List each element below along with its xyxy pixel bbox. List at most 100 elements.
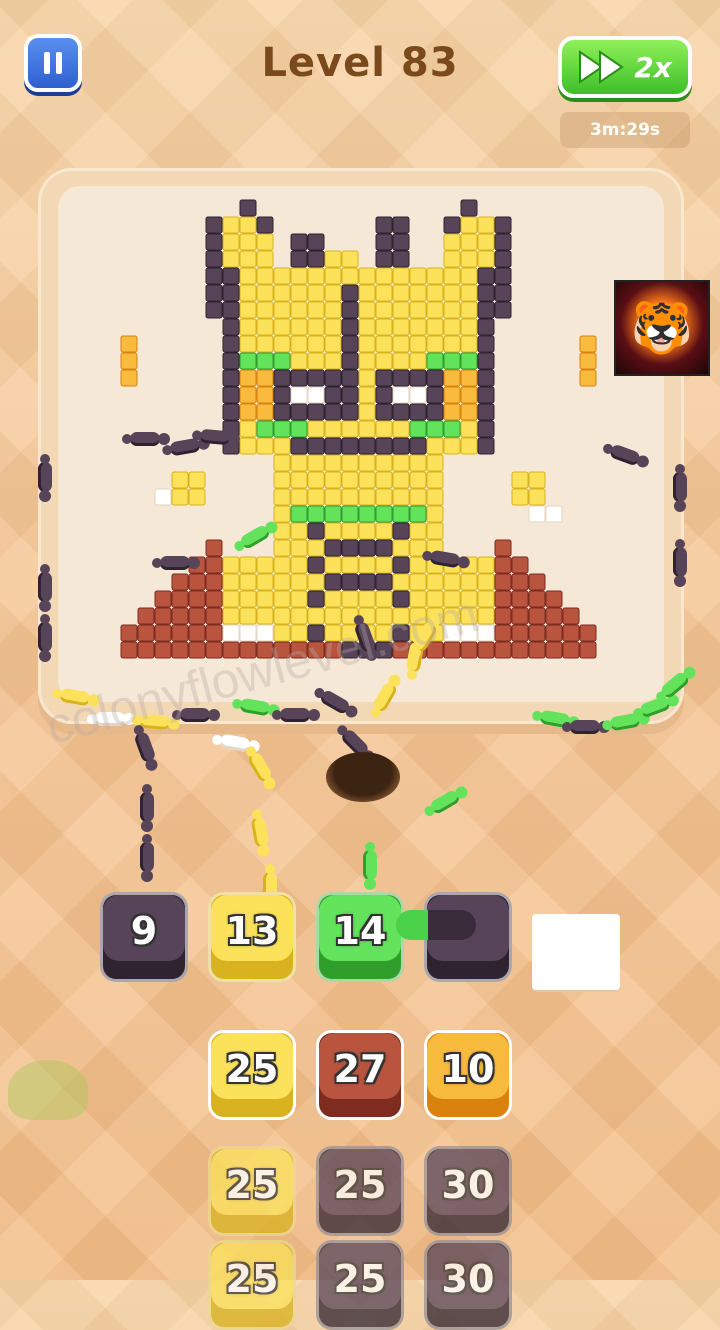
- pixel-cell-yellow: [239, 216, 257, 234]
- stack-block-red[interactable]: 27: [316, 1030, 404, 1120]
- pixel-cell-red: [120, 624, 138, 642]
- pixel-cell-dark: [477, 301, 495, 319]
- pixel-cell-green: [256, 352, 274, 370]
- block-count: 25: [225, 1047, 279, 1091]
- pixel-cell-yellow: [358, 284, 376, 302]
- pixel-cell-yellow: [273, 539, 291, 557]
- pixel-cell-yellow: [443, 250, 461, 268]
- pixel-cell-green: [375, 505, 393, 523]
- pixel-cell-yellow: [375, 556, 393, 574]
- pixel-cell-yellow: [375, 352, 393, 370]
- pixel-cell-dark: [443, 216, 461, 234]
- queue-block-dark[interactable]: 9: [100, 892, 188, 982]
- pixel-cell-yellow: [341, 420, 359, 438]
- pixel-cell-red: [205, 573, 223, 591]
- pixel-cell-yellow: [222, 573, 240, 591]
- pixel-cell-red: [494, 590, 512, 608]
- pixel-cell-yellow: [256, 607, 274, 625]
- block-connector: [396, 910, 476, 940]
- pixel-cell-white: [392, 386, 410, 404]
- pixel-cell-red: [545, 590, 563, 608]
- stack-block-yellow[interactable]: 25: [208, 1240, 296, 1330]
- pixel-cell-red: [494, 624, 512, 642]
- pixel-cell-yellow: [273, 284, 291, 302]
- pixel-cell-yellow: [528, 471, 546, 489]
- ant-dark: [272, 708, 320, 722]
- pixel-cell-yellow: [307, 301, 325, 319]
- pixel-cell-red: [511, 556, 529, 574]
- pixel-cell-yellow: [256, 573, 274, 591]
- pixel-cell-yellow: [256, 233, 274, 251]
- pixel-cell-orange: [120, 369, 138, 387]
- stack-block-orange[interactable]: 10: [424, 1030, 512, 1120]
- pixel-cell-yellow: [290, 284, 308, 302]
- pixel-cell-dark: [307, 369, 325, 387]
- pixel-cell-dark: [205, 267, 223, 285]
- ant-dark: [122, 432, 170, 446]
- pixel-cell-yellow: [273, 488, 291, 506]
- pixel-cell-yellow: [239, 301, 257, 319]
- pixel-cell-yellow: [460, 420, 478, 438]
- pixel-cell-yellow: [307, 335, 325, 353]
- pixel-cell-yellow: [171, 488, 189, 506]
- pixel-cell-dark: [205, 233, 223, 251]
- pixel-cell-dark: [307, 437, 325, 455]
- pixel-cell-red: [545, 641, 563, 659]
- pixel-cell-yellow: [375, 301, 393, 319]
- stack-block-dark[interactable]: 30: [424, 1146, 512, 1236]
- pixel-cell-red: [205, 590, 223, 608]
- ant-yellow: [250, 816, 270, 848]
- stack-block-yellow[interactable]: 25: [208, 1146, 296, 1236]
- pixel-cell-yellow: [256, 556, 274, 574]
- pixel-cell-green: [443, 352, 461, 370]
- pixel-cell-white: [154, 488, 172, 506]
- pixel-cell-green: [256, 420, 274, 438]
- queue-block-green[interactable]: 14: [316, 892, 404, 982]
- ant-dark: [673, 472, 687, 502]
- pixel-cell-dark: [341, 403, 359, 421]
- pixel-cell-yellow: [171, 471, 189, 489]
- pixel-cell-yellow: [290, 267, 308, 285]
- pixel-cell-red: [188, 624, 206, 642]
- stack-block-dark[interactable]: 25: [316, 1240, 404, 1330]
- pixel-cell-yellow: [222, 216, 240, 234]
- pixel-cell-yellow: [392, 335, 410, 353]
- stack-block-dark[interactable]: 30: [424, 1240, 512, 1330]
- pixel-cell-green: [426, 352, 444, 370]
- pixel-cell-white: [239, 624, 257, 642]
- pixel-cell-yellow: [392, 471, 410, 489]
- pixel-cell-yellow: [375, 590, 393, 608]
- tiger-badge-icon: 🐯: [614, 280, 710, 376]
- pixel-cell-yellow: [460, 437, 478, 455]
- pixel-cell-yellow: [324, 522, 342, 540]
- stack-block-yellow[interactable]: 25: [208, 1030, 296, 1120]
- pixel-cell-dark: [222, 352, 240, 370]
- pixel-cell-yellow: [460, 216, 478, 234]
- pixel-cell-yellow: [324, 335, 342, 353]
- pixel-cell-yellow: [307, 488, 325, 506]
- pixel-cell-yellow: [324, 488, 342, 506]
- pixel-cell-yellow: [443, 335, 461, 353]
- pixel-cell-yellow: [426, 505, 444, 523]
- pixel-cell-yellow: [443, 318, 461, 336]
- pixel-cell-dark: [375, 369, 393, 387]
- pixel-cell-yellow: [358, 267, 376, 285]
- pixel-cell-orange: [120, 352, 138, 370]
- pixel-cell-yellow: [290, 301, 308, 319]
- pixel-cell-green: [324, 505, 342, 523]
- pixel-cell-yellow: [409, 454, 427, 472]
- pixel-cell-yellow: [307, 318, 325, 336]
- queue-block-yellow[interactable]: 13: [208, 892, 296, 982]
- pixel-cell-yellow: [290, 539, 308, 557]
- pixel-cell-green: [273, 352, 291, 370]
- pixel-cell-dark: [222, 284, 240, 302]
- pixel-cell-dark: [222, 335, 240, 353]
- pixel-cell-red: [528, 590, 546, 608]
- pixel-cell-white: [409, 386, 427, 404]
- pixel-cell-red: [511, 624, 529, 642]
- pixel-cell-yellow: [426, 335, 444, 353]
- pixel-cell-dark: [324, 437, 342, 455]
- stack-block-dark[interactable]: 25: [316, 1146, 404, 1236]
- pixel-cell-yellow: [358, 522, 376, 540]
- ant-dark: [38, 572, 52, 602]
